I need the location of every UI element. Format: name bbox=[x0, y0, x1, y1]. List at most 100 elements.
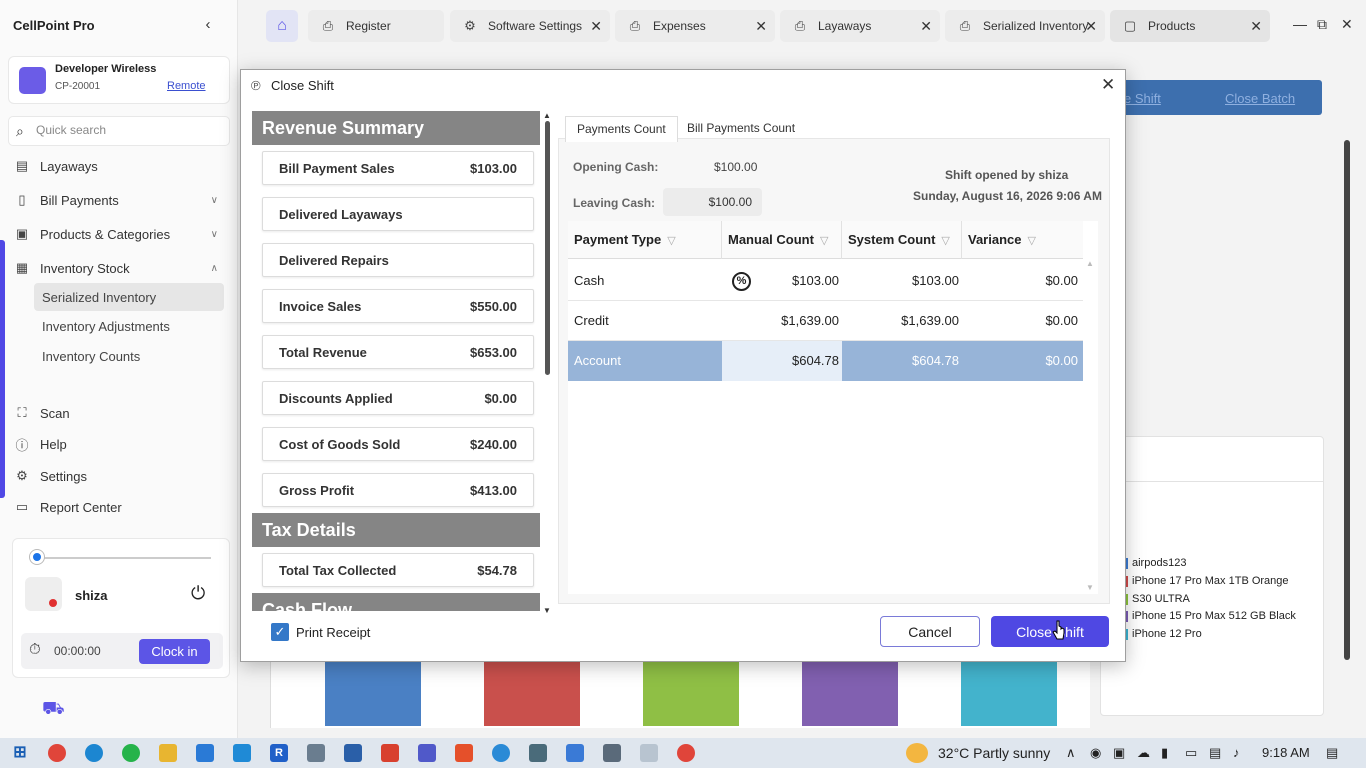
microphone-icon[interactable]: ▮ bbox=[1161, 745, 1168, 761]
filter-icon[interactable]: ▽ bbox=[941, 235, 949, 247]
sidebar-item-report-center[interactable]: ▭ Report Center bbox=[12, 493, 226, 521]
app-icon[interactable] bbox=[492, 744, 510, 762]
battery-icon[interactable]: ▭ bbox=[1185, 745, 1197, 761]
close-icon[interactable]: ✕ bbox=[920, 18, 932, 35]
scroll-down-icon[interactable]: ▼ bbox=[543, 606, 551, 615]
search-input[interactable] bbox=[36, 123, 221, 137]
sidebar-item-scan[interactable]: ⛶ Scan bbox=[12, 399, 226, 427]
sidebar-item-layaways[interactable]: ▤ Layaways bbox=[12, 152, 226, 180]
minimize-icon[interactable]: — bbox=[1293, 16, 1307, 32]
restore-icon[interactable]: ⧉ bbox=[1317, 16, 1327, 33]
store-icon[interactable] bbox=[196, 744, 214, 762]
sidebar-item-products-categories[interactable]: ▣ Products & Categories ∨ bbox=[12, 220, 226, 248]
power-icon[interactable]: ⏻ bbox=[191, 583, 205, 604]
slider-track[interactable] bbox=[41, 557, 211, 559]
network-icon[interactable]: ▤ bbox=[1209, 745, 1221, 761]
camera-icon[interactable]: ▣ bbox=[1113, 745, 1125, 761]
scroll-up-icon[interactable]: ▲ bbox=[1086, 259, 1094, 268]
column-header-system-count[interactable]: System Count ▽ bbox=[842, 221, 962, 259]
notifications-icon[interactable]: ▤ bbox=[1326, 745, 1338, 761]
table-row[interactable]: Credit $1,639.00 $1,639.00 $0.00 bbox=[568, 301, 1083, 341]
cancel-button[interactable]: Cancel bbox=[880, 616, 980, 647]
close-shift-button[interactable]: Close Shift bbox=[991, 616, 1109, 647]
brave-icon[interactable] bbox=[455, 744, 473, 762]
chevron-up-icon[interactable]: ∧ bbox=[1066, 745, 1076, 761]
collapse-sidebar-button[interactable]: ‹ bbox=[200, 16, 216, 34]
remote-link[interactable]: Remote bbox=[167, 80, 206, 92]
tab-products[interactable]: ▢ Products ✕ bbox=[1110, 10, 1270, 42]
table-row[interactable]: Account $604.78 $604.78 $0.00 bbox=[568, 341, 1083, 381]
sidebar-item-serialized-inventory[interactable]: Serialized Inventory bbox=[34, 283, 224, 311]
filter-icon[interactable]: ▽ bbox=[1028, 235, 1036, 247]
close-icon[interactable]: ✕ bbox=[1250, 18, 1262, 35]
close-icon[interactable]: ✕ bbox=[1101, 75, 1115, 95]
chrome-icon[interactable] bbox=[677, 744, 695, 762]
sidebar-item-settings[interactable]: ⚙ Settings bbox=[12, 462, 226, 490]
close-icon[interactable]: ✕ bbox=[1085, 18, 1097, 35]
report-icon: ▭ bbox=[15, 499, 29, 514]
sidebar-item-inventory-counts[interactable]: Inventory Counts bbox=[34, 342, 224, 370]
printer-icon: ⎙ bbox=[629, 18, 641, 33]
leaving-cash-field[interactable]: $100.00 bbox=[663, 188, 762, 216]
app-icon[interactable] bbox=[344, 744, 362, 762]
clock-time[interactable]: 9:18 AM bbox=[1262, 745, 1310, 760]
close-window-icon[interactable]: ✕ bbox=[1341, 16, 1353, 33]
tab-serialized-inventory[interactable]: ⎙ Serialized Inventory ✕ bbox=[945, 10, 1105, 42]
start-icon[interactable]: ⊞ bbox=[11, 744, 29, 762]
teams-icon[interactable] bbox=[418, 744, 436, 762]
remote-app-icon[interactable]: R bbox=[270, 744, 288, 762]
home-icon[interactable]: ⌂ bbox=[266, 10, 298, 42]
tab-bill-payments-count[interactable]: Bill Payments Count bbox=[676, 116, 806, 142]
background-close-shift-link[interactable]: e Shift bbox=[1124, 91, 1161, 106]
calculator-icon[interactable] bbox=[603, 744, 621, 762]
tab-layaways[interactable]: ⎙ Layaways ✕ bbox=[780, 10, 940, 42]
record-icon[interactable]: ◉ bbox=[1090, 745, 1101, 761]
legend-label: airpods123 bbox=[1132, 557, 1187, 569]
cell-manual-count[interactable]: $604.78 bbox=[722, 341, 839, 381]
cloud-icon[interactable]: ☁ bbox=[1137, 745, 1150, 761]
summary-scrollbar[interactable]: ▲ ▼ bbox=[542, 111, 552, 615]
close-icon[interactable]: ✕ bbox=[590, 18, 602, 35]
summary-pane[interactable]: Revenue Summary Bill Payment Sales $103.0… bbox=[252, 111, 540, 611]
weather-widget[interactable]: 32°C Partly sunny bbox=[906, 743, 1050, 763]
cell-manual-count[interactable]: $1,639.00 bbox=[722, 301, 839, 341]
tab-expenses[interactable]: ⎙ Expenses ✕ bbox=[615, 10, 775, 42]
volume-icon[interactable]: ♪ bbox=[1233, 745, 1240, 760]
sidebar-item-inventory-stock[interactable]: ▦ Inventory Stock ∧ bbox=[12, 254, 226, 282]
filter-icon[interactable]: ▽ bbox=[820, 235, 828, 247]
column-header-payment-type[interactable]: Payment Type ▽ bbox=[568, 221, 722, 259]
file-explorer-icon[interactable] bbox=[159, 744, 177, 762]
app-icon[interactable] bbox=[529, 744, 547, 762]
scroll-up-icon[interactable]: ▲ bbox=[543, 111, 551, 120]
scroll-thumb[interactable] bbox=[545, 121, 550, 375]
tab-software-settings[interactable]: ⚙ Software Settings ✕ bbox=[450, 10, 610, 42]
loading-icon[interactable] bbox=[640, 744, 658, 762]
sidebar-item-help[interactable]: ⓘ Help bbox=[12, 430, 226, 458]
edge-icon[interactable] bbox=[85, 744, 103, 762]
column-header-manual-count[interactable]: Manual Count ▽ bbox=[722, 221, 842, 259]
close-icon[interactable]: ✕ bbox=[755, 18, 767, 35]
tab-payments-count[interactable]: Payments Count bbox=[565, 116, 678, 142]
tab-register[interactable]: ⎙ Register bbox=[308, 10, 444, 42]
filter-icon[interactable]: ▽ bbox=[667, 235, 675, 247]
notepad-icon[interactable] bbox=[566, 744, 584, 762]
delivery-truck-icon[interactable]: ⛟ bbox=[42, 698, 65, 722]
clock-in-button[interactable]: Clock in bbox=[139, 639, 210, 664]
page-scrollbar[interactable] bbox=[1344, 140, 1350, 660]
column-header-variance[interactable]: Variance ▽ bbox=[962, 221, 1083, 259]
quick-search[interactable]: ⌕ bbox=[8, 116, 230, 146]
anydesk-icon[interactable] bbox=[381, 744, 399, 762]
print-receipt-checkbox[interactable]: ✓ bbox=[271, 623, 289, 641]
app-icon[interactable] bbox=[307, 744, 325, 762]
sidebar-item-bill-payments[interactable]: ▯ Bill Payments ∨ bbox=[12, 186, 226, 214]
grid-scrollbar[interactable]: ▲ ▼ bbox=[1086, 259, 1096, 594]
slider-handle[interactable] bbox=[30, 550, 44, 564]
app-icon[interactable] bbox=[233, 744, 251, 762]
background-close-batch-link[interactable]: Close Batch bbox=[1225, 91, 1295, 106]
cell-manual-count[interactable]: $103.00 bbox=[722, 261, 839, 301]
whatsapp-icon[interactable] bbox=[122, 744, 140, 762]
table-row[interactable]: Cash % $103.00 $103.00 $0.00 bbox=[568, 261, 1083, 301]
chrome-icon[interactable] bbox=[48, 744, 66, 762]
sidebar-item-inventory-adjustments[interactable]: Inventory Adjustments bbox=[34, 312, 224, 340]
scroll-down-icon[interactable]: ▼ bbox=[1086, 583, 1094, 592]
